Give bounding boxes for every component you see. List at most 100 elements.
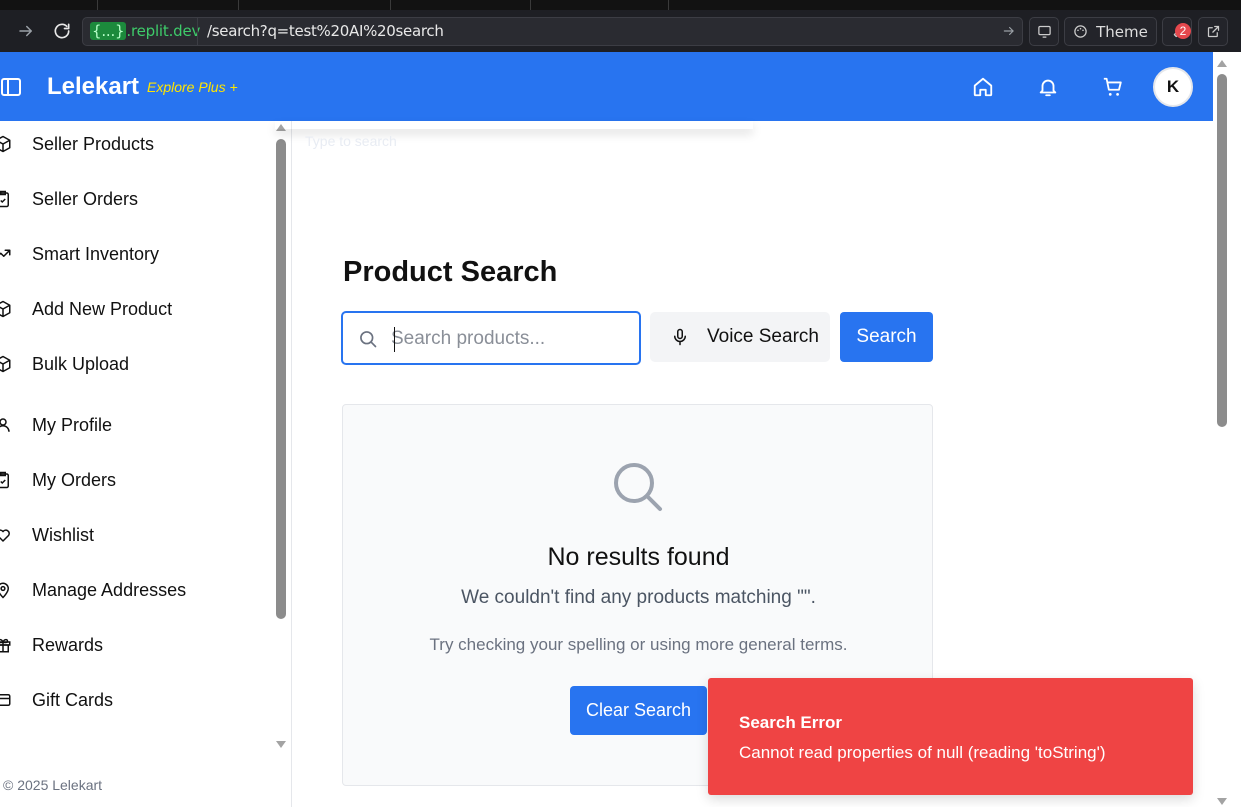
scroll-thumb [1217, 74, 1227, 427]
empty-state-message: We couldn't find any products matching "… [461, 587, 816, 608]
microphone-icon [674, 328, 686, 346]
go-button[interactable] [1002, 24, 1016, 38]
scroll-thumb [276, 139, 286, 619]
empty-state-title: No results found [547, 543, 730, 571]
theme-label: Theme [1096, 22, 1148, 41]
page-scrollbar-graphic [1217, 60, 1227, 805]
sidebar-scrollbar[interactable] [274, 121, 288, 761]
bell-icon [1039, 79, 1057, 97]
search-suggestion-shadow [275, 121, 753, 129]
package-icon [0, 355, 11, 373]
sidebar-item-label: My Profile [32, 415, 113, 435]
sidebar-scrollbar-graphic [276, 124, 286, 748]
arrow-right-icon [1003, 26, 1014, 36]
explore-plus-link[interactable]: Explore Plus + [147, 79, 238, 95]
sidebar-item-label: Wishlist [32, 525, 94, 545]
scroll-down-arrow-icon [276, 741, 286, 748]
text-cursor [394, 327, 395, 352]
avatar[interactable]: K [1153, 67, 1193, 107]
toast-title: Search Error [739, 713, 842, 732]
package-icon [0, 300, 11, 318]
voice-search-label: Voice Search [707, 326, 819, 347]
open-external-button[interactable] [1198, 17, 1228, 46]
sidebar-item-label: Rewards [32, 635, 104, 655]
search-input[interactable] [391, 325, 621, 353]
url-host: {...} .replit.dev [90, 22, 201, 40]
browser-tab-strip [0, 0, 1241, 10]
forward-button[interactable] [14, 19, 38, 43]
cart-button[interactable] [1102, 76, 1124, 98]
clipboard-icon [0, 471, 9, 489]
reload-button[interactable] [50, 19, 74, 43]
theme-button[interactable]: Theme [1064, 17, 1157, 46]
notifications-button[interactable] [1037, 76, 1059, 98]
user-icon [0, 418, 10, 432]
url-divider [197, 18, 198, 45]
browser-toolbar: {...} .replit.dev /search?q=test%20AI%20s… [0, 10, 1241, 52]
sidebar-toggle-button[interactable] [1, 78, 21, 96]
sidebar-item-seller-products[interactable]: Seller Products [0, 129, 270, 159]
search-button[interactable]: Search [840, 312, 933, 362]
tab-separator [238, 0, 239, 10]
url-path: /search?q=test%20AI%20search [207, 22, 444, 40]
home-button[interactable] [972, 76, 994, 98]
notification-count-badge: 2 [1175, 23, 1191, 39]
tab-separator [530, 0, 531, 10]
monitor-icon [1037, 25, 1051, 38]
clipboard-icon [0, 190, 9, 208]
gift-icon [0, 638, 11, 653]
search-icon [614, 463, 662, 511]
copyright: © 2025 Lelekart [3, 777, 103, 793]
app-header: Lelekart Explore Plus + K [0, 52, 1213, 121]
sidebar-item-label: Add New Product [32, 299, 173, 319]
sidebar-item-label: Seller Orders [32, 189, 139, 209]
toast-message: Cannot read properties of null (reading … [739, 743, 1106, 762]
sidebar-item-label: Bulk Upload [32, 354, 130, 374]
clear-search-button[interactable]: Clear Search [570, 686, 707, 735]
sidebar-item-smart-inventory[interactable]: Smart Inventory [0, 239, 270, 269]
palette-icon [1074, 25, 1087, 38]
sidebar-item-add-new-product[interactable]: Add New Product [0, 294, 270, 324]
package-icon [0, 135, 11, 153]
scroll-up-arrow-icon [1217, 60, 1227, 67]
sidebar-item-gift-cards[interactable]: Gift Cards [0, 685, 270, 715]
heart-icon [0, 529, 10, 542]
search-icon [360, 331, 377, 348]
logo[interactable]: Lelekart [47, 73, 139, 101]
trending-up-icon [0, 249, 11, 257]
sidebar-item-label: Manage Addresses [32, 580, 187, 600]
map-pin-icon [0, 582, 10, 599]
sidebar-item-my-orders[interactable]: My Orders [0, 465, 270, 495]
arrow-right-icon [19, 25, 32, 37]
sidebar-item-label: Gift Cards [32, 690, 114, 710]
sidebar-item-manage-addresses[interactable]: Manage Addresses [0, 575, 270, 605]
tab-separator [97, 0, 98, 10]
home-icon [973, 77, 993, 97]
tab-separator [668, 0, 669, 10]
sidebar-item-wishlist[interactable]: Wishlist [0, 520, 270, 550]
external-link-icon [1207, 25, 1219, 38]
sidebar-item-seller-orders[interactable]: Seller Orders [0, 184, 270, 214]
cart-icon [1103, 77, 1122, 96]
card-icon [0, 694, 11, 706]
reload-icon [54, 23, 70, 39]
error-toast[interactable]: Search Error Cannot read properties of n… [708, 678, 1193, 795]
sidebar-item-label: Seller Products [32, 134, 155, 154]
tab-separator [390, 0, 391, 10]
devtools-button[interactable] [1029, 17, 1059, 46]
sidebar-item-label: My Orders [32, 470, 117, 490]
empty-state-tip: Try checking your spelling or using more… [429, 635, 848, 654]
scroll-down-arrow-icon [1217, 798, 1227, 805]
sidebar-item-rewards[interactable]: Rewards [0, 630, 270, 660]
search-overlay-hint: Type to search [305, 133, 397, 149]
search-field[interactable] [341, 311, 641, 365]
voice-search-button[interactable]: Voice Search [650, 312, 830, 362]
sidebar-toggle-icon [1, 78, 21, 96]
sidebar-item-my-profile[interactable]: My Profile [0, 410, 270, 440]
sidebar-item-label: Smart Inventory [32, 244, 160, 264]
page-title: Product Search [343, 256, 558, 288]
sidebar-item-bulk-upload[interactable]: Bulk Upload [0, 349, 270, 379]
sidebar: Seller Products Seller Orders Smart Inve… [0, 121, 292, 807]
page-scrollbar[interactable] [1213, 52, 1241, 807]
address-bar[interactable]: {...} .replit.dev /search?q=test%20AI%20s… [82, 17, 1023, 46]
